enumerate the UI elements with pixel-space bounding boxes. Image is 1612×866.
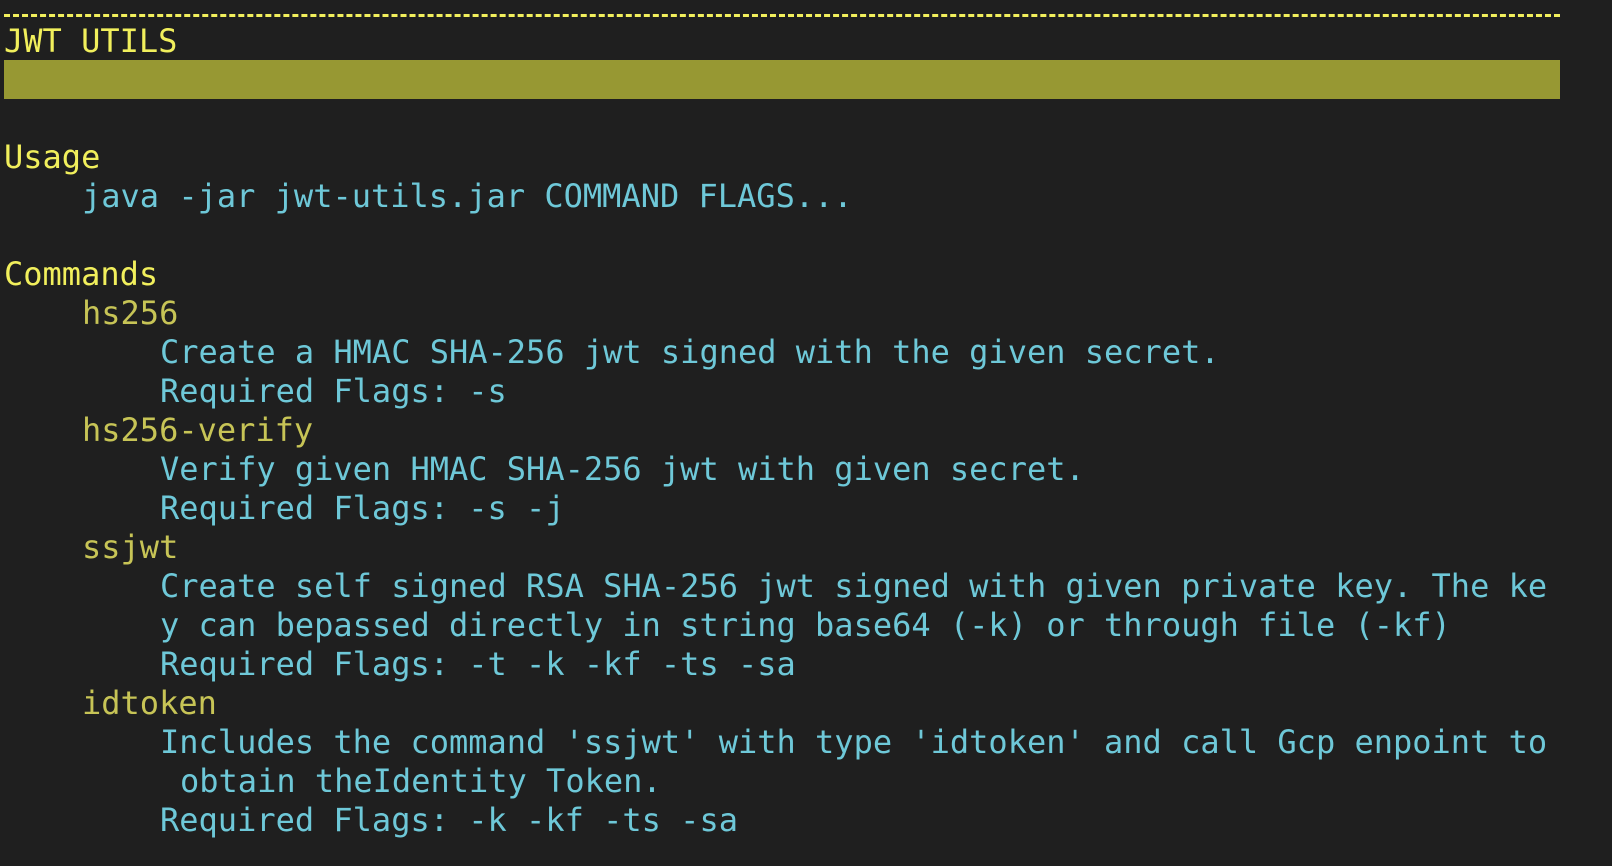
command-desc: Create self signed RSA SHA-256 jwt signe…	[160, 567, 1548, 605]
command-desc: Includes the command 'ssjwt' with type '…	[160, 723, 1548, 761]
command-name-hs256-verify: hs256-verify	[82, 411, 314, 449]
command-desc: Verify given HMAC SHA-256 jwt with given…	[160, 450, 1085, 488]
command-name-hs256: hs256	[82, 294, 179, 332]
command-flags: Required Flags: -k -kf -ts -sa	[160, 801, 738, 839]
header-rule	[4, 14, 1560, 17]
command-desc-continued: obtain theIdentity Token.	[180, 762, 662, 800]
usage-heading: Usage	[4, 138, 101, 176]
app-title: JWT UTILS	[4, 22, 178, 60]
usage-line: java -jar jwt-utils.jar COMMAND FLAGS...	[82, 177, 853, 215]
commands-heading: Commands	[4, 255, 159, 293]
command-flags: Required Flags: -s -j	[160, 489, 565, 527]
help-output: Usage java -jar jwt-utils.jar COMMAND FL…	[4, 138, 1574, 840]
command-name-idtoken: idtoken	[82, 684, 217, 722]
command-name-ssjwt: ssjwt	[82, 528, 179, 566]
command-flags: Required Flags: -s	[160, 372, 507, 410]
title-banner	[4, 60, 1560, 99]
command-desc-continued: y can bepassed directly in string base64…	[160, 606, 1451, 644]
command-desc: Create a HMAC SHA-256 jwt signed with th…	[160, 333, 1220, 371]
command-flags: Required Flags: -t -k -kf -ts -sa	[160, 645, 796, 683]
